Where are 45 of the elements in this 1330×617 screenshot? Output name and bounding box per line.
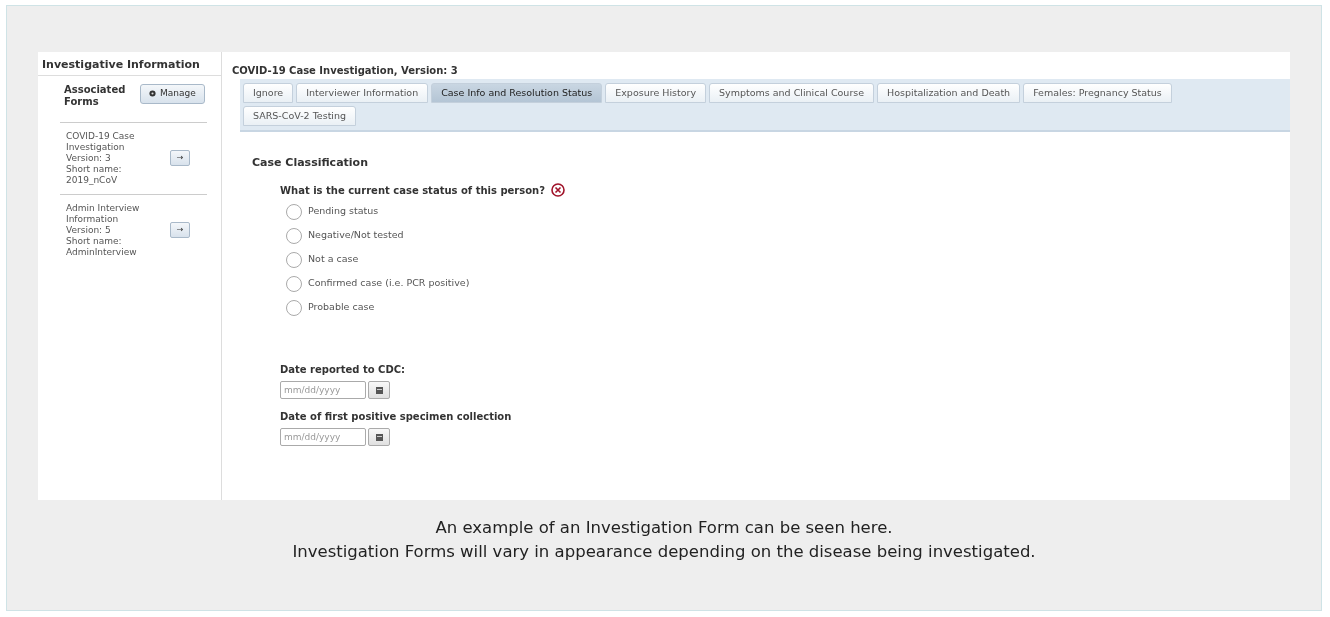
option-label: Probable case [308, 300, 375, 315]
manage-button[interactable]: Manage [140, 83, 205, 104]
section-title: Investigative Information [38, 52, 221, 76]
option-label: Pending status [308, 204, 379, 219]
form-name: Admin Interview Information [66, 202, 141, 225]
caption-text: Investigation Forms will vary in appearance depending on the disease being investigated. [292, 541, 1036, 563]
calendar-icon [375, 385, 383, 394]
gear-icon [149, 90, 156, 97]
form-version: Version: 3 [66, 152, 112, 164]
section-heading: Case Classification [252, 155, 369, 171]
option-label: Negative/Not tested [308, 228, 404, 243]
date-field[interactable]: mm/dd/yyyy [280, 427, 366, 446]
associated-forms-label: Associated Forms [64, 83, 126, 108]
short-name-label: Short name: [66, 235, 123, 247]
field-label: Date reported to CDC: [280, 362, 407, 377]
option-label: Not a case [308, 252, 359, 267]
radio-button[interactable] [286, 227, 302, 244]
form-title: COVID-19 Case Investigation, Version: 3 [232, 64, 459, 78]
tab[interactable]: SARS-CoV-2 Testing [243, 106, 357, 126]
short-name: 2019_nCoV [66, 174, 119, 186]
calendar-button[interactable] [368, 380, 390, 399]
short-name-label: Short name: [66, 163, 123, 175]
open-form-button[interactable]: → [170, 150, 190, 166]
calendar-icon [375, 432, 383, 441]
form-name: COVID-19 Case Investigation [66, 130, 136, 153]
calendar-button[interactable] [368, 427, 390, 446]
radio-button[interactable] [286, 251, 302, 268]
open-form-button[interactable]: → [170, 222, 190, 238]
short-name: AdminInterview [66, 246, 138, 258]
tab[interactable]: Exposure History [605, 83, 707, 103]
question-label: What is the current case status of this person? [280, 183, 546, 198]
tab[interactable]: Females: Pregnancy Status [1023, 83, 1172, 103]
tab[interactable]: Case Info and Resolution Status [431, 83, 603, 103]
form-version: Version: 5 [66, 224, 112, 236]
date-field[interactable]: mm/dd/yyyy [280, 380, 366, 399]
radio-button[interactable] [286, 299, 302, 316]
option-label: Confirmed case (i.e. PCR positive) [308, 276, 470, 291]
radio-button[interactable] [286, 275, 302, 292]
tab[interactable]: Symptoms and Clinical Course [709, 83, 875, 103]
field-label: Date of first positive specimen collection [280, 409, 513, 424]
tab[interactable]: Interviewer Information [296, 83, 429, 103]
caption-text: An example of an Investigation Form can be seen here. [435, 517, 893, 539]
tab[interactable]: Ignore [243, 83, 294, 103]
radio-button[interactable] [286, 203, 302, 220]
tab[interactable]: Hospitalization and Death [877, 83, 1021, 103]
